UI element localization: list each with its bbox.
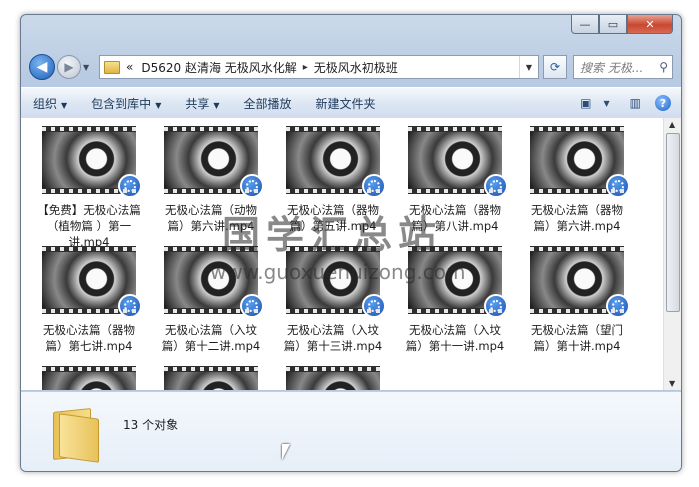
address-row: ◀ ▶ ▼ « D5620 赵清海 无极风水化解 ▸ 无极风水初极班 ▼ ⟳ 搜…	[29, 53, 673, 81]
scrollbar-thumb[interactable]	[666, 133, 680, 312]
command-bar: 组织 ▼ 包含到库中 ▼ 共享 ▼ 全部播放 新建文件夹 ▣ ▼ ▥ ?	[21, 87, 681, 119]
minimize-button[interactable]: —	[571, 15, 599, 34]
share-label: 共享	[185, 96, 210, 111]
video-thumbnail	[164, 366, 258, 390]
breadcrumb-parent[interactable]: D5620 赵清海 无极风水化解	[141, 59, 296, 76]
video-badge-icon	[118, 294, 142, 318]
chevron-down-icon[interactable]: ▼	[604, 99, 610, 108]
video-badge-icon	[362, 294, 386, 318]
video-badge-icon	[484, 174, 508, 198]
item-count: 13 个对象	[123, 418, 179, 432]
file-item[interactable]: 【免费】无极心法篇（植物篇 ）第一讲.mp4	[29, 124, 149, 250]
chevron-down-icon: ▼	[213, 100, 220, 110]
mouse-cursor-icon	[282, 444, 290, 460]
file-item[interactable]	[273, 364, 393, 390]
refresh-icon: ⟳	[549, 60, 561, 74]
file-item[interactable]	[151, 364, 271, 390]
preview-pane-icon[interactable]: ▥	[630, 96, 641, 110]
video-badge-icon	[240, 294, 264, 318]
caption-buttons: — ▭ ✕	[571, 15, 673, 34]
video-thumbnail	[42, 246, 142, 318]
scroll-down-icon[interactable]: ▼	[669, 379, 675, 388]
folder-icon	[104, 60, 120, 74]
video-thumbnail	[286, 366, 380, 390]
play-all-button[interactable]: 全部播放	[232, 95, 304, 112]
video-badge-icon	[118, 174, 142, 198]
file-name: 无极心法篇（入坟篇）第十二讲.mp4	[161, 323, 261, 353]
search-placeholder: 搜索 无极...	[580, 60, 644, 75]
organize-menu[interactable]: 组织 ▼	[21, 95, 79, 112]
file-name: 无极心法篇（入坟篇）第十三讲.mp4	[283, 323, 383, 353]
video-badge-icon	[240, 174, 264, 198]
organize-label: 组织	[33, 96, 58, 111]
scroll-up-icon[interactable]: ▲	[669, 120, 675, 129]
close-button[interactable]: ✕	[627, 15, 673, 34]
file-name: 无极心法篇（器物篇）第六讲.mp4	[531, 203, 623, 233]
file-item[interactable]	[29, 364, 149, 390]
watermark-text: 国学汇总站	[222, 213, 443, 257]
file-name: 【免费】无极心法篇（植物篇 ）第一讲.mp4	[37, 203, 141, 249]
chevron-down-icon: ▼	[155, 100, 162, 110]
forward-button[interactable]: ▶	[57, 55, 81, 79]
file-item[interactable]: 无极心法篇（器物篇）第六讲.mp4	[517, 124, 637, 234]
video-badge-icon	[362, 174, 386, 198]
address-dropdown[interactable]: ▼	[519, 56, 538, 78]
video-thumbnail	[164, 126, 264, 198]
video-thumbnail	[42, 126, 142, 198]
breadcrumb-current[interactable]: 无极风水初极班	[314, 59, 398, 76]
video-thumbnail	[286, 126, 386, 198]
recent-pages-dropdown[interactable]: ▼	[83, 63, 95, 72]
video-thumbnail	[408, 126, 508, 198]
video-badge-icon	[606, 174, 630, 198]
address-bar[interactable]: « D5620 赵清海 无极风水化解 ▸ 无极风水初极班 ▼	[99, 55, 539, 79]
view-controls: ▣ ▼ ▥ ?	[574, 95, 681, 111]
breadcrumb-separator[interactable]: ▸	[303, 62, 308, 73]
vertical-scrollbar[interactable]: ▲ ▼	[663, 118, 681, 390]
file-item[interactable]: 无极心法篇（器物篇）第七讲.mp4	[29, 244, 149, 354]
view-options-icon[interactable]: ▣	[580, 96, 591, 110]
help-icon[interactable]: ?	[655, 95, 671, 111]
video-badge-icon	[484, 294, 508, 318]
file-name: 无极心法篇（器物篇）第七讲.mp4	[43, 323, 135, 353]
chevron-down-icon: ▼	[61, 100, 68, 110]
video-badge-icon	[606, 294, 630, 318]
arrow-left-icon: ◀	[36, 59, 48, 75]
details-pane: 13 个对象	[21, 391, 681, 471]
address-chevrons[interactable]: «	[126, 60, 133, 74]
search-input[interactable]: 搜索 无极... ⚲	[573, 55, 673, 79]
back-button[interactable]: ◀	[29, 54, 55, 80]
video-thumbnail	[530, 246, 630, 318]
magnifier-icon[interactable]: ⚲	[659, 60, 668, 74]
new-folder-button[interactable]: 新建文件夹	[304, 95, 388, 112]
file-name: 无极心法篇（入坟篇）第十一讲.mp4	[405, 323, 505, 353]
file-name: 无极心法篇（望门篇）第十讲.mp4	[531, 323, 623, 353]
include-in-library-menu[interactable]: 包含到库中 ▼	[79, 95, 173, 112]
arrow-right-icon: ▶	[64, 60, 74, 74]
share-menu[interactable]: 共享 ▼	[173, 95, 231, 112]
folder-icon	[49, 408, 101, 463]
video-thumbnail	[530, 126, 630, 198]
watermark-url: www.guoxuehuizong.com	[210, 260, 466, 284]
video-thumbnail	[42, 366, 136, 390]
maximize-button[interactable]: ▭	[599, 15, 627, 34]
include-in-library-label: 包含到库中	[91, 96, 152, 111]
refresh-button[interactable]: ⟳	[543, 55, 567, 79]
file-item[interactable]: 无极心法篇（望门篇）第十讲.mp4	[517, 244, 637, 354]
